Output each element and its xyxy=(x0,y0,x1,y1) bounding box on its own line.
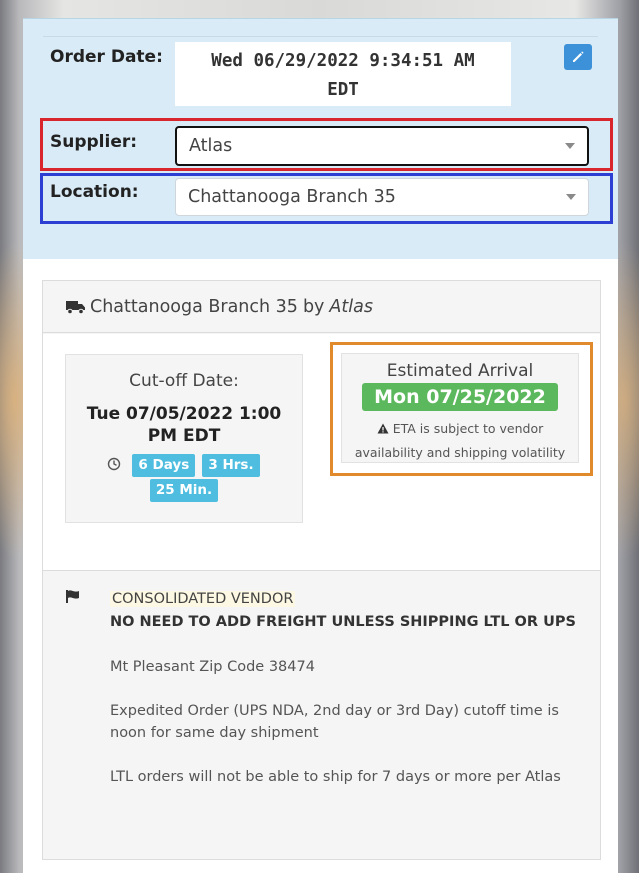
countdown-minutes-badge: 25 Min. xyxy=(149,479,219,502)
order-card: Order Date: Wed 06/29/2022 9:34:51 AM ED… xyxy=(23,18,618,873)
cutoff-date-value: Tue 07/05/2022 1:00 PM EDT xyxy=(66,403,302,447)
pencil-icon xyxy=(573,51,584,62)
eta-note-text1: ETA is subject to vendor xyxy=(392,421,544,436)
eta-note-line1: ETA is subject to vendor xyxy=(342,417,578,441)
location-label: Location: xyxy=(50,182,139,202)
eta-box: Estimated Arrival Mon 07/25/2022 ETA is … xyxy=(341,353,579,463)
countdown-hours-badge: 3 Hrs. xyxy=(202,454,260,477)
order-header-panel: Order Date: Wed 06/29/2022 9:34:51 AM ED… xyxy=(23,18,618,259)
shipment-dates: Cut-off Date: Tue 07/05/2022 1:00 PM EDT… xyxy=(43,334,600,571)
supplier-label: Supplier: xyxy=(50,132,138,152)
shipment-vendor: Atlas xyxy=(329,296,373,317)
vendor-note-ltl: LTL orders will not be able to ship for … xyxy=(110,769,561,785)
cutoff-date-box: Cut-off Date: Tue 07/05/2022 1:00 PM EDT… xyxy=(65,354,303,523)
order-date-label: Order Date: xyxy=(50,47,163,67)
eta-note-line2: availability and shipping volatility xyxy=(354,445,566,460)
vendor-notes-content: CONSOLIDATED VENDOR NO NEED TO ADD FREIG… xyxy=(110,587,580,788)
countdown-days-badge: 6 Days xyxy=(132,454,196,477)
clock-icon xyxy=(108,457,121,471)
shipment-by: by xyxy=(302,296,325,317)
supplier-select[interactable]: Atlas xyxy=(175,126,589,166)
shipment-panel: Chattanooga Branch 35 by Atlas Cut-off D… xyxy=(42,280,601,860)
shipment-panel-heading: Chattanooga Branch 35 by Atlas xyxy=(43,281,600,333)
eta-label: Estimated Arrival xyxy=(386,361,534,381)
eta-date-badge: Mon 07/25/2022 xyxy=(362,383,558,411)
cutoff-date-line2: PM EDT xyxy=(147,426,221,446)
order-date-display: Wed 06/29/2022 9:34:51 AM EDT xyxy=(175,42,511,106)
cutoff-date-label: Cut-off Date: xyxy=(129,371,239,391)
eta-note: ETA is subject to vendor availability an… xyxy=(342,417,578,465)
shipment-branch: Chattanooga Branch 35 xyxy=(90,296,298,317)
caret-down-icon xyxy=(565,143,575,149)
flag-icon xyxy=(66,590,79,603)
consolidated-vendor-tag: CONSOLIDATED VENDOR xyxy=(110,591,296,607)
caret-down-icon xyxy=(566,194,576,200)
vendor-note-zip: Mt Pleasant Zip Code 38474 xyxy=(110,659,315,675)
edit-order-date-button[interactable] xyxy=(564,44,592,70)
vendor-note-expedited: Expedited Order (UPS NDA, 2nd day or 3rd… xyxy=(110,703,559,741)
truck-icon xyxy=(66,300,85,314)
cutoff-countdown: 6 Days 3 Hrs. 25 Min. xyxy=(66,452,302,502)
divider xyxy=(43,36,598,37)
location-select-value: Chattanooga Branch 35 xyxy=(188,187,396,207)
supplier-select-value: Atlas xyxy=(189,136,233,156)
cutoff-date-line1: Tue 07/05/2022 1:00 xyxy=(86,404,282,424)
order-date-line1: Wed 06/29/2022 9:34:51 AM xyxy=(211,51,475,71)
warning-icon xyxy=(377,423,389,434)
order-date-line2: EDT xyxy=(327,80,359,100)
vendor-notes-headline: NO NEED TO ADD FREIGHT UNLESS SHIPPING L… xyxy=(110,614,576,630)
location-select[interactable]: Chattanooga Branch 35 xyxy=(175,178,589,216)
